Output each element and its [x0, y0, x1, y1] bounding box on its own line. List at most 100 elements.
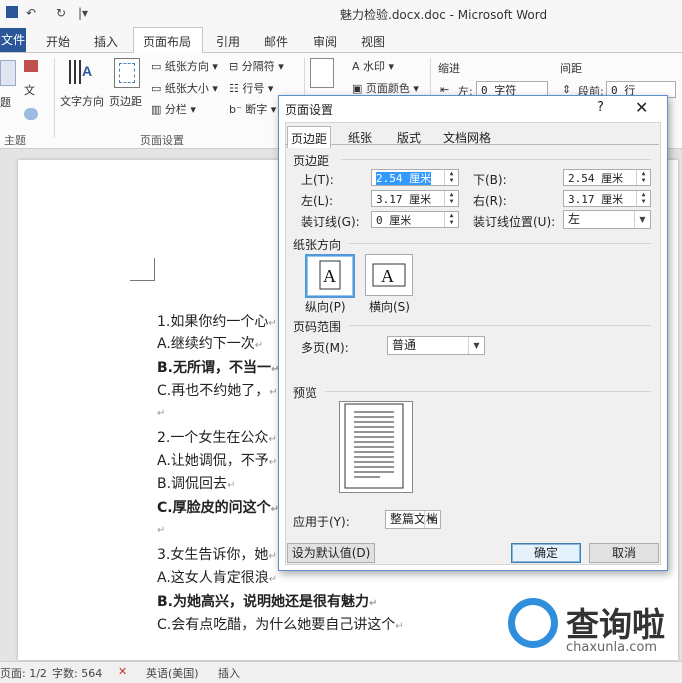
text-direction-icon[interactable]: A [66, 58, 94, 86]
breaks-button[interactable]: ⊟ 分隔符 ▾ [229, 58, 284, 74]
undo-icon[interactable]: ↶ [26, 6, 36, 20]
line-numbers-button[interactable]: ☷ 行号 ▾ [229, 80, 273, 96]
document-line-text: A.让她调侃，不予 [157, 453, 269, 469]
theme-fonts-icon[interactable]: 文 [24, 82, 35, 98]
proofing-icon[interactable]: ✕ [118, 665, 127, 678]
status-insert-mode[interactable]: 插入 [218, 665, 240, 681]
document-line[interactable]: B.调侃回去↵ [157, 473, 235, 493]
help-icon[interactable]: ? [597, 100, 604, 115]
cancel-button[interactable]: 取消 [589, 543, 659, 563]
tab-view[interactable]: 视图 [361, 33, 385, 50]
watermark-name: 查询啦 [566, 605, 665, 644]
document-line[interactable]: ↵ [157, 521, 165, 537]
paragraph-mark-icon: ↵ [268, 574, 278, 585]
document-line[interactable]: ↵ [157, 404, 165, 420]
document-line[interactable]: 3.女生告诉你，她↵ [157, 544, 277, 564]
document-line[interactable]: 1.如果你约一个心↵ [157, 311, 277, 331]
status-language[interactable]: 英语(美国) [146, 665, 199, 681]
document-line-text: B.无所谓，不当一 [157, 360, 271, 376]
paragraph-mark-icon: ↵ [157, 408, 166, 419]
document-line[interactable]: C.再也不约她了，↵ [157, 380, 278, 400]
status-words[interactable]: 字数: 564 [52, 665, 102, 681]
left-margin-spin-icon[interactable]: ▲ ▼ [444, 191, 458, 206]
apply-to-select[interactable]: 整篇文档 ▼ [385, 510, 441, 529]
margins-label[interactable]: 页边距 [109, 93, 142, 109]
close-icon[interactable]: ✕ [635, 98, 648, 117]
paragraph-mark-icon: ↵ [254, 340, 264, 351]
hyphenation-button[interactable]: b⁻ 断字 ▾ [229, 101, 276, 117]
tab-insert[interactable]: 插入 [94, 33, 118, 50]
bottom-margin-label: 下(B): [473, 173, 507, 187]
chevron-down-icon[interactable]: ▼ [468, 337, 484, 354]
gutter-input[interactable]: 0 厘米 ▲ ▼ [371, 211, 459, 228]
tab-review[interactable]: 审阅 [313, 33, 337, 50]
themes-icon[interactable] [0, 60, 16, 86]
portrait-option[interactable]: A [305, 254, 355, 298]
landscape-option[interactable]: A [365, 254, 413, 296]
document-line[interactable]: C.会有点吃醋，为什么她要自己讲这个↵ [157, 614, 404, 634]
margins-icon[interactable] [114, 58, 140, 88]
portrait-glyph: A [323, 266, 336, 286]
tab-file[interactable]: 文件 [0, 28, 26, 52]
paragraph-mark-icon: ↵ [268, 318, 277, 329]
document-line-text: C.会有点吃醋，为什么她要自己讲这个 [157, 617, 396, 633]
text-direction-label[interactable]: 文字方向 [60, 93, 104, 109]
chevron-down-icon[interactable]: ▼ [634, 211, 650, 228]
gutter-spin-icon[interactable]: ▲ ▼ [444, 212, 458, 227]
bottom-margin-spin-icon[interactable]: ▲ ▼ [636, 170, 650, 185]
columns-button[interactable]: ▥ 分栏 ▾ [151, 101, 196, 117]
orientation-section-label: 纸张方向 [293, 238, 342, 252]
themes-button-label[interactable]: 题 [0, 94, 11, 110]
size-button[interactable]: ▭ 纸张大小 ▾ [151, 80, 218, 96]
paragraph-mark-icon: ↵ [369, 598, 378, 609]
dialog-title-bar[interactable]: 页面设置 [279, 96, 667, 120]
document-line[interactable]: C.厚脸皮的问这个↵ [157, 497, 279, 517]
tab-page-layout[interactable]: 页面布局 [143, 33, 191, 50]
gutter-position-select[interactable]: 左 ▼ [563, 210, 651, 229]
document-line-text: B.为她高兴，说明她还是很有魅力 [157, 594, 369, 610]
tab-margins[interactable]: 页边距 [287, 126, 331, 148]
document-line[interactable]: B.为她高兴，说明她还是很有魅力↵ [157, 591, 377, 611]
save-icon[interactable] [6, 6, 18, 18]
chevron-down-icon[interactable]: ▼ [424, 511, 440, 528]
document-line-text: C.厚脸皮的问这个 [157, 500, 271, 516]
document-line[interactable]: 2.一个女生在公众↵ [157, 427, 277, 447]
document-line[interactable]: A.让她调侃，不予↵ [157, 450, 277, 470]
customize-toolbar-icon[interactable]: |▾ [78, 6, 88, 20]
redo-icon[interactable]: ↻ [56, 6, 66, 20]
document-line[interactable]: B.无所谓，不当一↵ [157, 357, 279, 377]
status-page[interactable]: 页面: 1/2 [0, 665, 47, 681]
tab-layout[interactable]: 版式 [392, 126, 426, 147]
tab-home[interactable]: 开始 [46, 33, 70, 50]
ok-button[interactable]: 确定 [511, 543, 581, 563]
page-color-button[interactable]: ▣ 页面颜色 ▾ [352, 80, 419, 96]
watermark-button[interactable]: A 水印 ▾ [352, 58, 394, 74]
tab-doc-grid[interactable]: 文档网格 [439, 126, 495, 147]
left-margin-input[interactable]: 3.17 厘米 ▲ ▼ [371, 190, 459, 207]
bottom-margin-input[interactable]: 2.54 厘米 ▲ ▼ [563, 169, 651, 186]
top-margin-input[interactable]: 2.54 厘米 ▲ ▼ [371, 169, 459, 186]
document-line-text: 2.一个女生在公众 [157, 430, 269, 446]
multiple-pages-select[interactable]: 普通 ▼ [387, 336, 485, 355]
preview-lines [344, 403, 404, 489]
theme-effects-icon[interactable] [24, 108, 38, 120]
right-margin-value: 3.17 厘米 [568, 193, 624, 206]
status-bar: 页面: 1/2 字数: 564 ✕ 英语(美国) 插入 [0, 661, 682, 683]
portrait-label[interactable]: 纵向(P) [305, 298, 346, 315]
tab-mailings[interactable]: 邮件 [264, 33, 288, 50]
tab-references[interactable]: 引用 [216, 33, 240, 50]
orientation-button[interactable]: ▭ 纸张方向 ▾ [151, 58, 218, 74]
hyphenation-label: 断字 [245, 103, 268, 116]
top-margin-spin-icon[interactable]: ▲ ▼ [444, 170, 458, 185]
document-line[interactable]: A.这女人肯定很浪↵ [157, 567, 277, 587]
right-margin-spin-icon[interactable]: ▲ ▼ [636, 191, 650, 206]
page-background-icon[interactable] [310, 58, 334, 88]
bottom-margin-value: 2.54 厘米 [568, 172, 624, 185]
theme-colors-icon[interactable] [24, 60, 38, 72]
landscape-label[interactable]: 横向(S) [369, 298, 410, 315]
paragraph-mark-icon: ↵ [227, 480, 236, 491]
right-margin-input[interactable]: 3.17 厘米 ▲ ▼ [563, 190, 651, 207]
document-line[interactable]: A.继续约下一次↵ [157, 333, 263, 353]
set-default-button[interactable]: 设为默认值(D) [287, 543, 375, 563]
tab-paper[interactable]: 纸张 [343, 126, 377, 147]
